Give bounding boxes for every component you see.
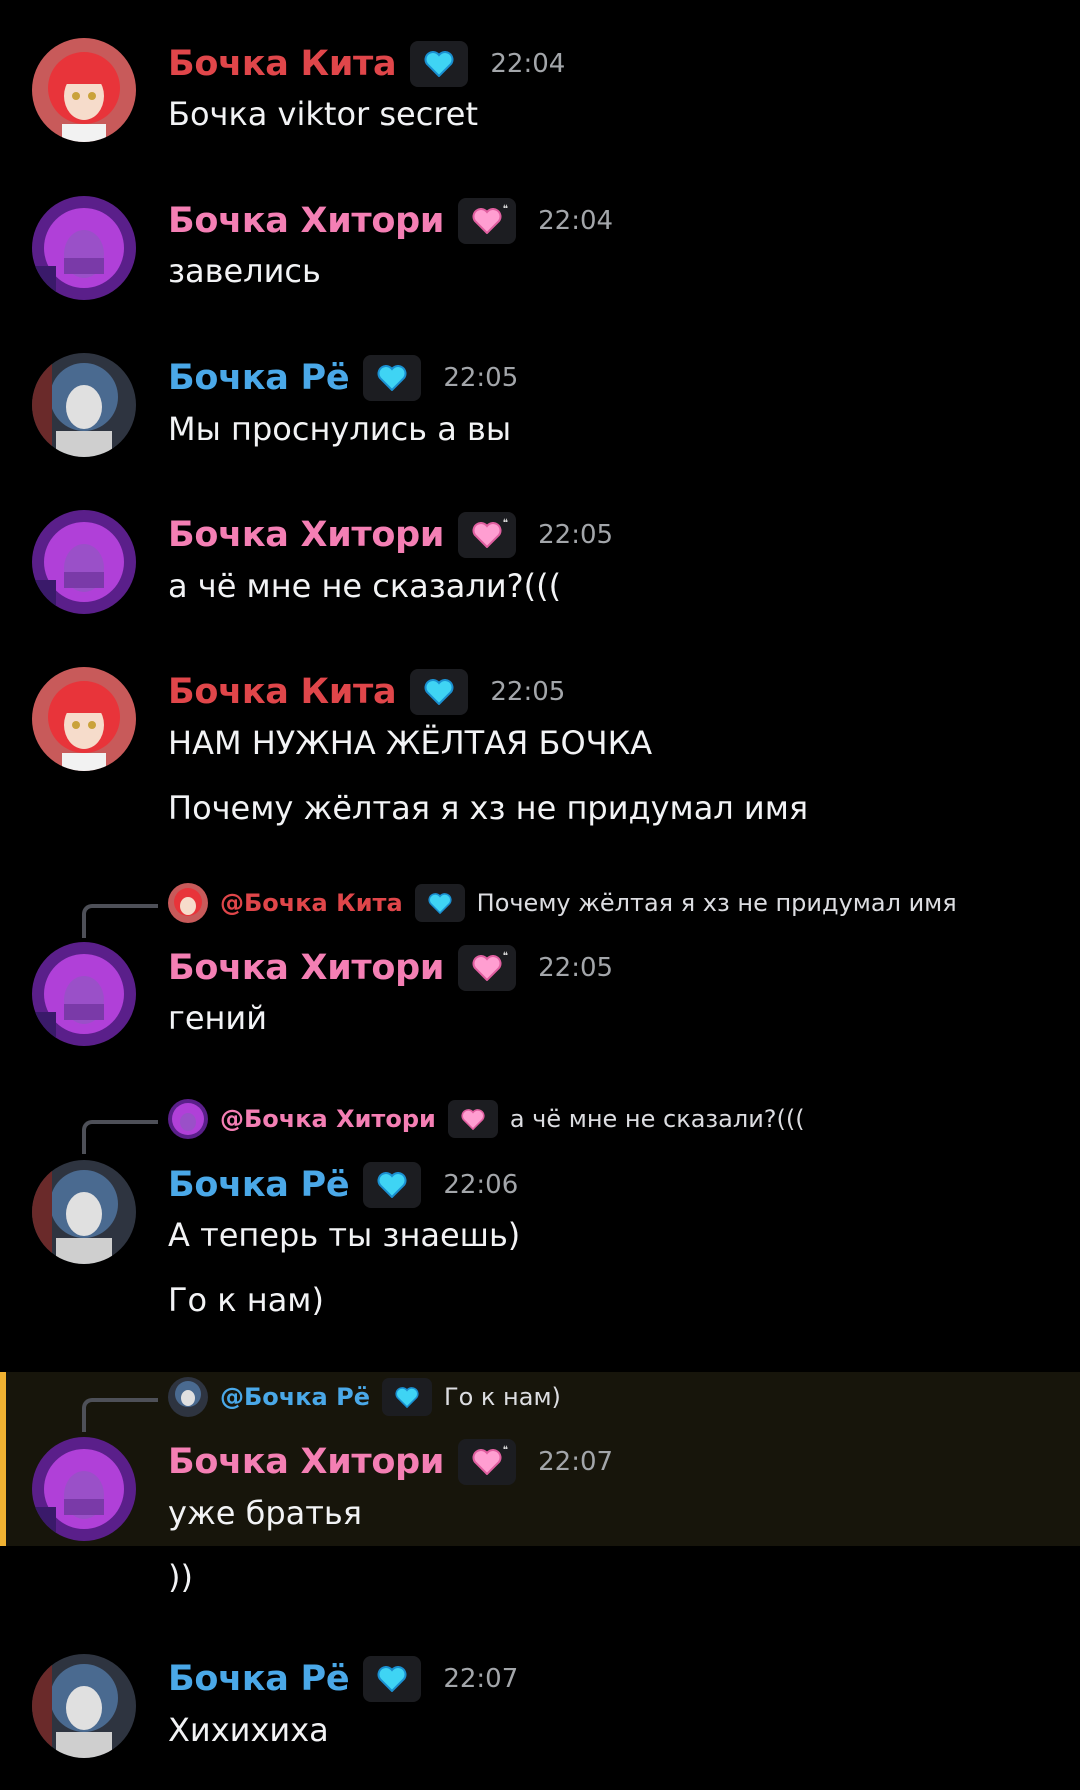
- avatar-ryo[interactable]: [32, 353, 136, 457]
- author-name[interactable]: Бочка Рё: [168, 1659, 350, 1699]
- reply-preview[interactable]: @Бочка Рё Го к нам): [168, 1377, 561, 1417]
- pink-heart-icon[interactable]: ❝: [458, 198, 517, 244]
- blue-heart-icon[interactable]: [363, 355, 422, 401]
- avatar-kita[interactable]: [32, 667, 136, 771]
- message-text: Бочка viktor secret: [168, 95, 478, 133]
- author-name[interactable]: Бочка Хитори: [168, 948, 444, 988]
- reply-preview[interactable]: @Бочка Хитори а чё мне не сказали?(((: [168, 1099, 805, 1139]
- avatar-hitori[interactable]: [32, 196, 136, 300]
- message-text: гений: [168, 999, 268, 1037]
- message-text: завелись: [168, 252, 321, 290]
- reply-text: Почему жёлтая я хз не придумал имя: [476, 889, 957, 917]
- message-text: а чё мне не сказали?(((: [168, 567, 562, 605]
- timestamp: 22:06: [443, 1170, 519, 1200]
- timestamp: 22:05: [538, 953, 614, 983]
- reply-avatar-ryo: [168, 1377, 208, 1417]
- reply-text: а чё мне не сказали?(((: [509, 1105, 805, 1133]
- reply-avatar-kita: [168, 883, 208, 923]
- author-name[interactable]: Бочка Кита: [168, 44, 397, 84]
- pink-heart-icon: [447, 1100, 498, 1138]
- message-text: А теперь ты знаешь): [168, 1216, 521, 1254]
- timestamp: 22:05: [538, 520, 614, 550]
- reply-author[interactable]: @Бочка Хитори: [220, 1105, 436, 1133]
- timestamp: 22:07: [538, 1447, 614, 1477]
- message-text: )): [168, 1558, 193, 1596]
- avatar-hitori[interactable]: [32, 942, 136, 1046]
- blue-heart-icon[interactable]: [363, 1656, 422, 1702]
- avatar-hitori[interactable]: [32, 1437, 136, 1541]
- reply-text: Го к нам): [443, 1383, 561, 1411]
- blue-heart-icon: [381, 1378, 432, 1416]
- reply-spine: [82, 904, 158, 938]
- reply-spine: [82, 1120, 158, 1154]
- author-name[interactable]: Бочка Кита: [168, 672, 397, 712]
- avatar-ryo[interactable]: [32, 1654, 136, 1758]
- reply-author[interactable]: @Бочка Кита: [220, 889, 403, 917]
- message-text: НАМ НУЖНА ЖЁЛТАЯ БОЧКА: [168, 724, 653, 762]
- reply-spine: [82, 1398, 158, 1432]
- avatar-hitori[interactable]: [32, 510, 136, 614]
- timestamp: 22:04: [538, 206, 614, 236]
- message-text: Мы проснулись а вы: [168, 410, 512, 448]
- blue-heart-icon[interactable]: [363, 1162, 422, 1208]
- avatar-kita[interactable]: [32, 38, 136, 142]
- message-text: Хихихиха: [168, 1711, 329, 1749]
- blue-heart-icon: [414, 884, 465, 922]
- reply-author[interactable]: @Бочка Рё: [220, 1383, 370, 1411]
- blue-heart-icon[interactable]: [410, 669, 469, 715]
- author-name[interactable]: Бочка Хитори: [168, 515, 444, 555]
- message-text: Почему жёлтая я хз не придумал имя: [168, 789, 809, 827]
- author-name[interactable]: Бочка Рё: [168, 1165, 350, 1205]
- reply-preview[interactable]: @Бочка Кита Почему жёлтая я хз не придум…: [168, 883, 957, 923]
- author-name[interactable]: Бочка Хитори: [168, 1442, 444, 1482]
- pink-heart-icon[interactable]: ❝: [458, 512, 517, 558]
- avatar-ryo[interactable]: [32, 1160, 136, 1264]
- timestamp: 22:07: [443, 1664, 519, 1694]
- timestamp: 22:05: [490, 677, 566, 707]
- reply-avatar-hitori: [168, 1099, 208, 1139]
- timestamp: 22:05: [443, 363, 519, 393]
- timestamp: 22:04: [490, 49, 566, 79]
- pink-heart-icon[interactable]: ❝: [458, 945, 517, 991]
- author-name[interactable]: Бочка Хитори: [168, 201, 444, 241]
- message-text: Го к нам): [168, 1281, 324, 1319]
- message-text: уже братья: [168, 1494, 363, 1532]
- author-name[interactable]: Бочка Рё: [168, 358, 350, 398]
- pink-heart-icon[interactable]: ❝: [458, 1439, 517, 1485]
- blue-heart-icon[interactable]: [410, 41, 469, 87]
